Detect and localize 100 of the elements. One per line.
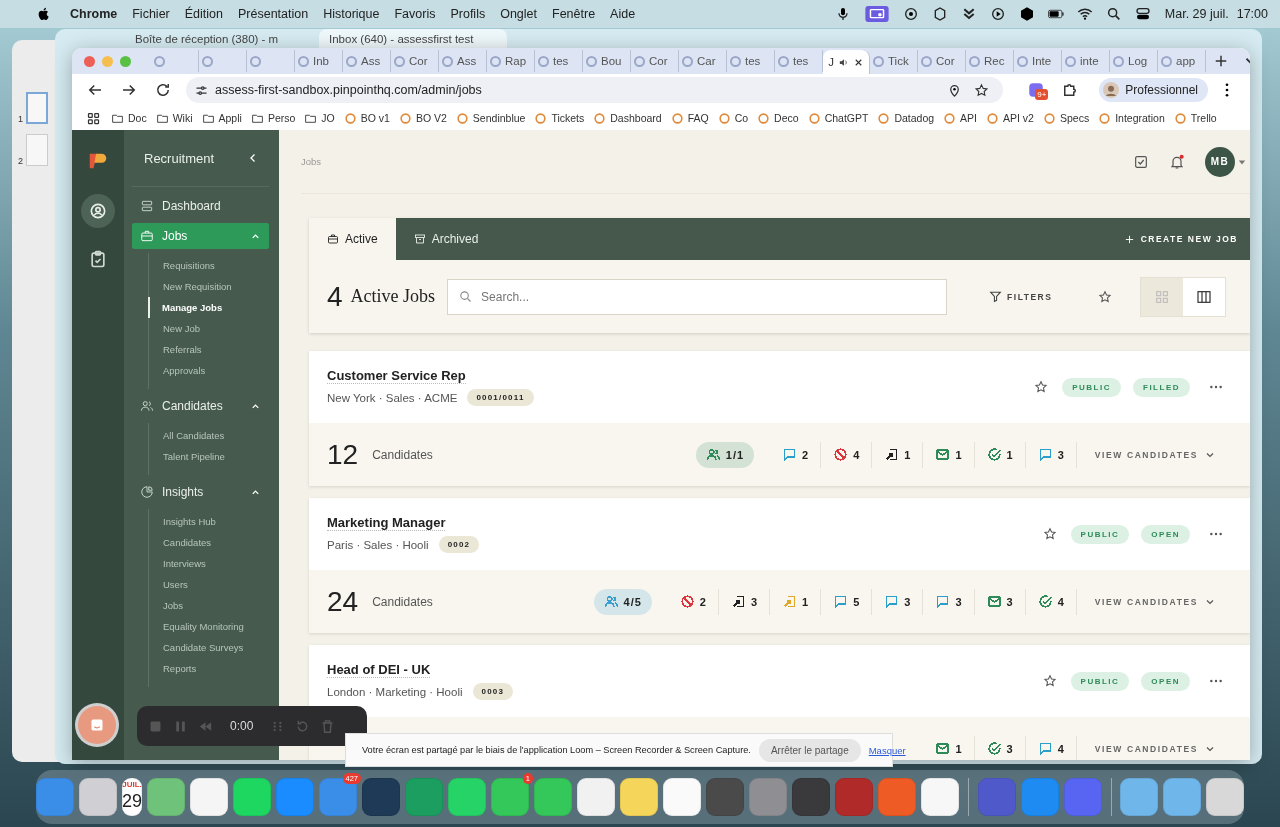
browser-tab[interactable]: Log [1110,50,1158,72]
browser-tab[interactable]: app [1158,50,1206,72]
tab[interactable]: Archived [395,218,497,260]
stage-count[interactable]: 4 [821,441,873,468]
bell-icon[interactable] [1169,153,1185,170]
sidebar-subitem[interactable]: Referrals [149,339,269,360]
wifi-icon[interactable] [1076,6,1093,22]
person-search-icon[interactable] [81,194,115,228]
stop-sharing-button[interactable]: Arrêter le partage [758,738,861,762]
view-candidates-button[interactable]: VIEW CANDIDATES [1088,447,1222,462]
stage-count[interactable]: 1/1 [695,441,755,468]
stage-count[interactable]: 2 [667,588,719,615]
browser-tab[interactable]: Cor [391,50,439,72]
bookmark[interactable]: Sendinblue [455,111,526,125]
sidebar-subitem[interactable]: Users [149,574,269,595]
browser-tab[interactable]: Inbox (640) - assessfirst test [319,29,507,48]
star-icon[interactable] [974,82,990,98]
play-icon[interactable] [989,6,1006,22]
stage-count[interactable]: 3 [974,735,1026,760]
apps-grid-icon[interactable] [86,110,101,126]
app-icon[interactable] [1206,778,1244,816]
hide-link[interactable]: Masquer [868,744,906,756]
menu-bar-date[interactable]: Mar. 29 juil. [1164,7,1229,21]
app-icon[interactable] [190,778,229,816]
bookmark[interactable]: Datadog [877,111,935,125]
sidebar-subitem[interactable]: Interviews [149,553,269,574]
menu-item[interactable]: Édition [184,7,223,21]
stage-count[interactable]: 4 [1025,588,1077,615]
reload-icon[interactable] [154,81,172,99]
browser-tab[interactable]: Tick [870,50,918,72]
bookmark[interactable]: Integration [1098,111,1165,125]
stage-count[interactable]: 3 [923,588,975,615]
job-title[interactable]: Customer Service Rep [327,368,466,384]
browser-tab[interactable]: Rap [487,50,535,72]
slide-thumbnail[interactable] [26,134,48,166]
menu-item[interactable]: Historique [323,7,380,21]
job-title[interactable]: Head of DEI - UK [327,662,431,678]
sidebar-subitem[interactable]: Equality Monitoring [149,616,269,637]
app-icon[interactable] [663,778,702,816]
app-icon[interactable] [233,778,272,816]
browser-tab[interactable]: Bou [583,50,631,72]
hexagon-icon[interactable] [1018,6,1035,22]
menu-item[interactable]: Présentation [238,7,309,21]
browser-tab[interactable]: Ass [439,50,487,72]
bookmark[interactable]: ChatGPT [807,111,869,125]
browser-tab[interactable]: J [823,50,870,74]
browser-tab[interactable]: tes [727,50,775,72]
view-candidates-button[interactable]: VIEW CANDIDATES [1088,741,1222,756]
sidebar-item[interactable]: Candidates [132,393,269,419]
stage-count[interactable]: 4/5 [593,588,652,615]
stage-count[interactable]: 3 [872,588,924,615]
bookmark[interactable]: API [943,111,978,125]
bookmark[interactable]: Dashboard [593,111,662,125]
job-title[interactable]: Marketing Manager [327,515,446,531]
sidebar-subitem[interactable]: Jobs [149,595,269,616]
search-field[interactable]: Search... [447,278,948,315]
app-menu[interactable]: Chrome [70,7,118,21]
columns-view-icon[interactable] [1183,277,1226,316]
menu-item[interactable]: Favoris [394,7,436,21]
tab[interactable]: Active [309,218,396,260]
stage-count[interactable]: 1 [770,588,822,615]
sidebar-subitem[interactable]: Requisitions [149,255,269,276]
stage-count[interactable]: 3 [1025,441,1077,468]
browser-tab[interactable]: tes [535,50,583,72]
bookmark[interactable]: BO v1 [343,111,390,125]
screen-share-icon[interactable] [863,6,890,22]
star-icon[interactable] [1098,289,1113,304]
caret-icon[interactable] [1238,157,1246,166]
checkbox-icon[interactable] [1133,153,1149,170]
sidebar-subitem[interactable]: Reports [149,658,269,679]
sidebar-item[interactable]: Insights [132,479,269,505]
browser-tab[interactable]: Car [679,50,727,72]
sidebar-subitem[interactable]: All Candidates [149,425,269,446]
app-icon[interactable] [921,778,960,816]
bookmark[interactable]: BO V2 [398,111,447,125]
bookmark[interactable]: Appli [201,111,242,125]
profile-button[interactable]: Professionnel [1099,78,1208,102]
toggles-icon[interactable] [1134,6,1151,22]
circle-icon[interactable] [902,6,919,22]
camera-bubble[interactable] [78,706,116,744]
app-icon[interactable] [448,778,487,816]
bookmark[interactable]: Trello [1173,111,1217,125]
browser-tab[interactable]: Rec [966,50,1014,72]
star-icon[interactable] [1042,674,1057,688]
browser-tab[interactable]: Inb [295,50,343,72]
search-icon[interactable] [1105,6,1122,22]
bookmark[interactable]: Specs [1042,111,1090,125]
stage-count[interactable]: 1 [923,441,975,468]
view-candidates-button[interactable]: VIEW CANDIDATES [1088,594,1222,609]
bookmark[interactable]: Co [717,111,749,125]
star-icon[interactable] [1042,527,1057,541]
menu-bar-clock[interactable]: 17:00 [1236,7,1268,21]
sidebar-subitem[interactable]: Talent Pipeline [149,446,269,467]
bookmark[interactable]: Tickets [534,111,585,125]
browser-tab[interactable]: Inte [1014,50,1062,72]
menu-item[interactable]: Fichier [132,7,170,21]
bookmark[interactable]: Perso [250,111,296,125]
sidebar-subitem[interactable]: Candidate Surveys [149,637,269,658]
menu-item[interactable]: Aide [610,7,636,21]
slide-thumbnail[interactable] [26,92,48,124]
